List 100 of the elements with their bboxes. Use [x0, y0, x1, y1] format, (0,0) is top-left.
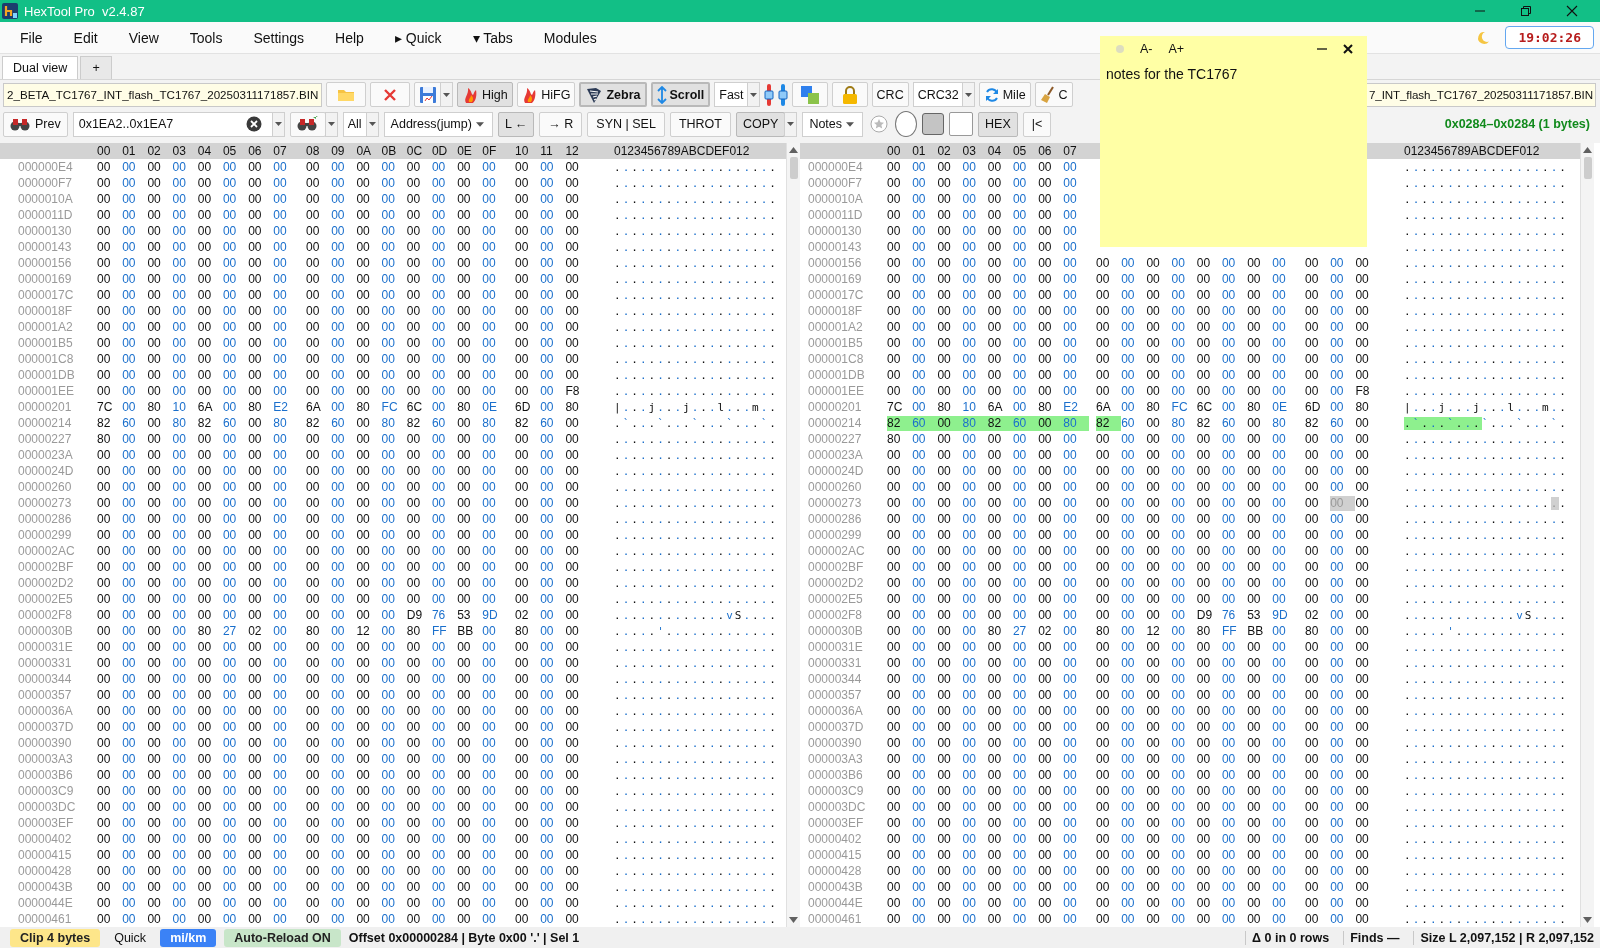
byte-cell[interactable]: 00 [122, 399, 148, 415]
byte-cell[interactable]: 00 [97, 607, 123, 623]
byte-cell[interactable]: 00 [457, 559, 483, 575]
byte-cell[interactable]: 00 [197, 847, 223, 863]
byte-cell[interactable]: 00 [222, 303, 249, 319]
byte-cell[interactable]: 00 [381, 719, 407, 735]
byte-cell[interactable]: 00 [331, 687, 357, 703]
byte-cell[interactable]: 00 [912, 799, 938, 815]
byte-cell[interactable]: 00 [97, 687, 123, 703]
byte-cell[interactable]: 80 [1038, 399, 1064, 415]
byte-cell[interactable]: 00 [912, 351, 938, 367]
byte-cell[interactable]: 00 [1247, 271, 1273, 287]
byte-cell[interactable]: 00 [540, 383, 566, 399]
byte-cell[interactable]: 00 [431, 655, 458, 671]
byte-cell[interactable]: 00 [356, 831, 382, 847]
byte-cell[interactable]: 00 [565, 527, 591, 543]
byte-cell[interactable]: 00 [222, 495, 249, 511]
byte-cell[interactable]: 00 [987, 735, 1013, 751]
byte-cell[interactable]: 00 [1012, 543, 1039, 559]
byte-cell[interactable]: 00 [381, 847, 407, 863]
byte-cell[interactable]: 00 [197, 783, 223, 799]
byte-cell[interactable]: 00 [122, 719, 148, 735]
byte-cell[interactable]: 00 [381, 495, 407, 511]
byte-cell[interactable]: 00 [515, 239, 541, 255]
byte-cell[interactable]: 00 [1038, 895, 1064, 911]
byte-cell[interactable]: 00 [1171, 751, 1197, 767]
byte-cell[interactable]: 00 [1330, 719, 1356, 735]
byte-cell[interactable]: 00 [431, 463, 458, 479]
byte-cell[interactable]: 00 [1272, 847, 1298, 863]
byte-cell[interactable]: 00 [431, 271, 458, 287]
close-icon[interactable] [1566, 5, 1578, 17]
byte-cell[interactable]: 00 [356, 223, 382, 239]
byte-cell[interactable]: 00 [515, 351, 541, 367]
byte-cell[interactable]: 00 [1221, 527, 1248, 543]
byte-cell[interactable]: 60 [331, 415, 357, 431]
byte-cell[interactable]: 00 [482, 271, 508, 287]
byte-cell[interactable]: 00 [457, 751, 483, 767]
byte-cell[interactable]: 00 [1330, 703, 1356, 719]
byte-cell[interactable]: 00 [987, 479, 1013, 495]
byte-cell[interactable]: 00 [515, 319, 541, 335]
byte-cell[interactable]: 00 [197, 431, 223, 447]
byte-cell[interactable]: 00 [147, 847, 173, 863]
byte-cell[interactable]: 00 [1063, 575, 1089, 591]
byte-cell[interactable]: 00 [248, 511, 274, 527]
byte-cell[interactable]: 00 [1305, 559, 1331, 575]
byte-cell[interactable]: 00 [248, 271, 274, 287]
byte-cell[interactable]: 00 [1096, 639, 1122, 655]
byte-cell[interactable]: 00 [1121, 559, 1147, 575]
byte-cell[interactable]: 00 [565, 575, 591, 591]
byte-cell[interactable]: 00 [331, 511, 357, 527]
byte-cell[interactable]: 00 [937, 655, 963, 671]
byte-cell[interactable]: 00 [122, 863, 148, 879]
byte-cell[interactable]: 00 [147, 303, 173, 319]
byte-cell[interactable]: 00 [331, 447, 357, 463]
byte-cell[interactable]: 00 [1146, 639, 1172, 655]
byte-cell[interactable]: 00 [97, 159, 123, 175]
byte-cell[interactable]: 00 [1146, 495, 1172, 511]
byte-cell[interactable]: 00 [1355, 575, 1381, 591]
byte-cell[interactable]: 00 [1038, 575, 1064, 591]
byte-cell[interactable]: 6C [406, 399, 432, 415]
byte-cell[interactable]: 00 [457, 527, 483, 543]
byte-cell[interactable]: 80 [381, 415, 407, 431]
byte-cell[interactable]: 00 [306, 735, 332, 751]
byte-cell[interactable]: 00 [987, 719, 1013, 735]
scroll-down-icon[interactable] [1583, 917, 1592, 923]
byte-cell[interactable]: 60 [122, 415, 148, 431]
byte-cell[interactable]: 00 [381, 559, 407, 575]
byte-cell[interactable]: 00 [147, 271, 173, 287]
byte-cell[interactable]: 00 [1247, 831, 1273, 847]
byte-cell[interactable]: 00 [515, 671, 541, 687]
byte-cell[interactable]: 00 [457, 159, 483, 175]
byte-cell[interactable]: 00 [1121, 319, 1147, 335]
byte-cell[interactable]: 00 [887, 879, 913, 895]
byte-cell[interactable]: 00 [887, 335, 913, 351]
byte-cell[interactable]: 00 [1272, 255, 1298, 271]
byte-cell[interactable]: 00 [122, 895, 148, 911]
byte-cell[interactable]: 00 [431, 863, 458, 879]
byte-cell[interactable]: 00 [172, 655, 198, 671]
byte-cell[interactable]: 00 [1247, 383, 1273, 399]
byte-cell[interactable]: 00 [1063, 751, 1089, 767]
byte-cell[interactable]: 00 [987, 799, 1013, 815]
byte-cell[interactable]: 00 [457, 575, 483, 591]
byte-cell[interactable]: 00 [912, 511, 938, 527]
byte-cell[interactable]: 00 [197, 447, 223, 463]
byte-cell[interactable]: 00 [515, 447, 541, 463]
byte-cell[interactable]: 00 [962, 287, 988, 303]
byte-cell[interactable]: 00 [962, 735, 988, 751]
byte-cell[interactable]: 00 [565, 815, 591, 831]
byte-cell[interactable]: 00 [1355, 815, 1381, 831]
byte-cell[interactable]: 00 [937, 495, 963, 511]
byte-cell[interactable]: 00 [1121, 255, 1147, 271]
byte-cell[interactable]: 00 [515, 367, 541, 383]
byte-cell[interactable]: 00 [147, 767, 173, 783]
byte-cell[interactable]: 00 [1247, 879, 1273, 895]
byte-cell[interactable]: 00 [482, 431, 508, 447]
byte-cell[interactable]: 00 [912, 895, 938, 911]
byte-cell[interactable]: 00 [122, 735, 148, 751]
byte-cell[interactable]: 00 [1196, 527, 1222, 543]
byte-cell[interactable]: 00 [1146, 703, 1172, 719]
byte-cell[interactable]: 00 [356, 207, 382, 223]
